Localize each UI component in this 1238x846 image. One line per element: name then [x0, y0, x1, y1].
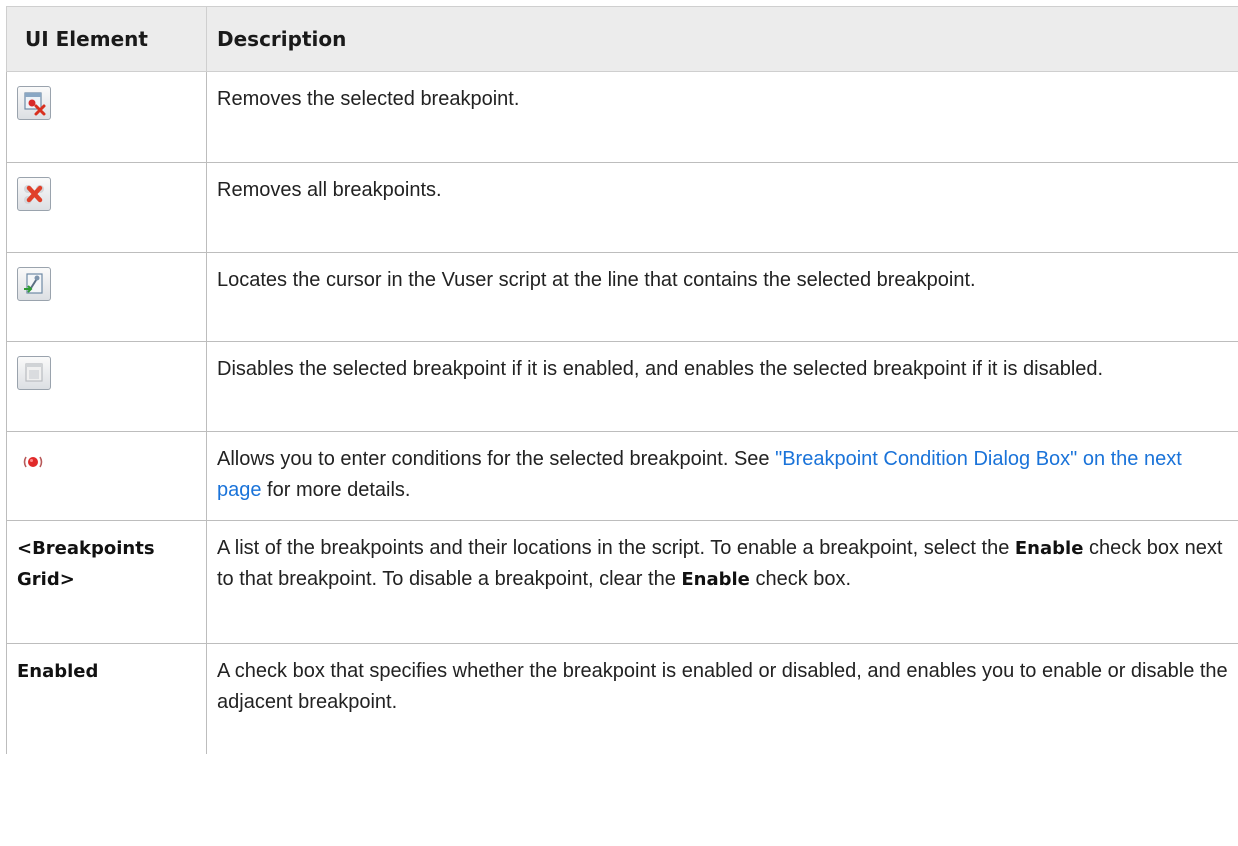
enable-term: Enable: [1014, 538, 1084, 559]
table-header-row: UI Element Description: [6, 6, 1238, 72]
remove-all-breakpoints-icon: [17, 177, 51, 211]
enable-term: Enable: [681, 569, 750, 590]
ui-element-cell: [6, 431, 207, 521]
description-text: A list of the breakpoints and their loca…: [217, 537, 1015, 559]
goto-source-icon: [17, 267, 51, 301]
ui-elements-table: UI Element Description Removes the selec…: [6, 6, 1238, 754]
table-row: Removes all breakpoints.: [6, 162, 1238, 253]
description-cell: Allows you to enter conditions for the s…: [206, 431, 1238, 521]
table-row: Locates the cursor in the Vuser script a…: [6, 252, 1238, 342]
table-row: <Breakpoints Grid> A list of the breakpo…: [6, 520, 1238, 644]
table-row: Allows you to enter conditions for the s…: [6, 431, 1238, 521]
description-cell: Locates the cursor in the Vuser script a…: [206, 252, 1238, 342]
column-header-ui-element: UI Element: [6, 6, 207, 72]
remove-breakpoint-icon: [17, 86, 51, 120]
ui-element-label: Enabled: [17, 661, 99, 682]
description-cell: A check box that specifies whether the b…: [206, 643, 1238, 754]
table-row: Disables the selected breakpoint if it i…: [6, 341, 1238, 432]
column-header-description: Description: [206, 6, 1238, 72]
ui-element-cell: [6, 71, 207, 163]
ui-element-cell: Enabled: [6, 643, 207, 754]
breakpoint-condition-icon: [17, 446, 49, 478]
ui-element-label: <Breakpoints Grid>: [17, 538, 155, 590]
description-cell: Removes the selected breakpoint.: [206, 71, 1238, 163]
toggle-breakpoint-icon: [17, 356, 51, 390]
ui-element-cell: [6, 162, 207, 253]
ui-element-cell: <Breakpoints Grid>: [6, 520, 207, 644]
description-text: check box.: [749, 568, 852, 590]
description-cell: Removes all breakpoints.: [206, 162, 1238, 253]
table-row: Removes the selected breakpoint.: [6, 71, 1238, 163]
description-cell: Disables the selected breakpoint if it i…: [206, 341, 1238, 432]
description-text: for more details.: [261, 479, 411, 501]
description-text: Allows you to enter conditions for the s…: [217, 448, 776, 470]
table-row: Enabled A check box that specifies wheth…: [6, 643, 1238, 754]
ui-element-cell: [6, 252, 207, 342]
description-cell: A list of the breakpoints and their loca…: [206, 520, 1238, 644]
ui-element-cell: [6, 341, 207, 432]
